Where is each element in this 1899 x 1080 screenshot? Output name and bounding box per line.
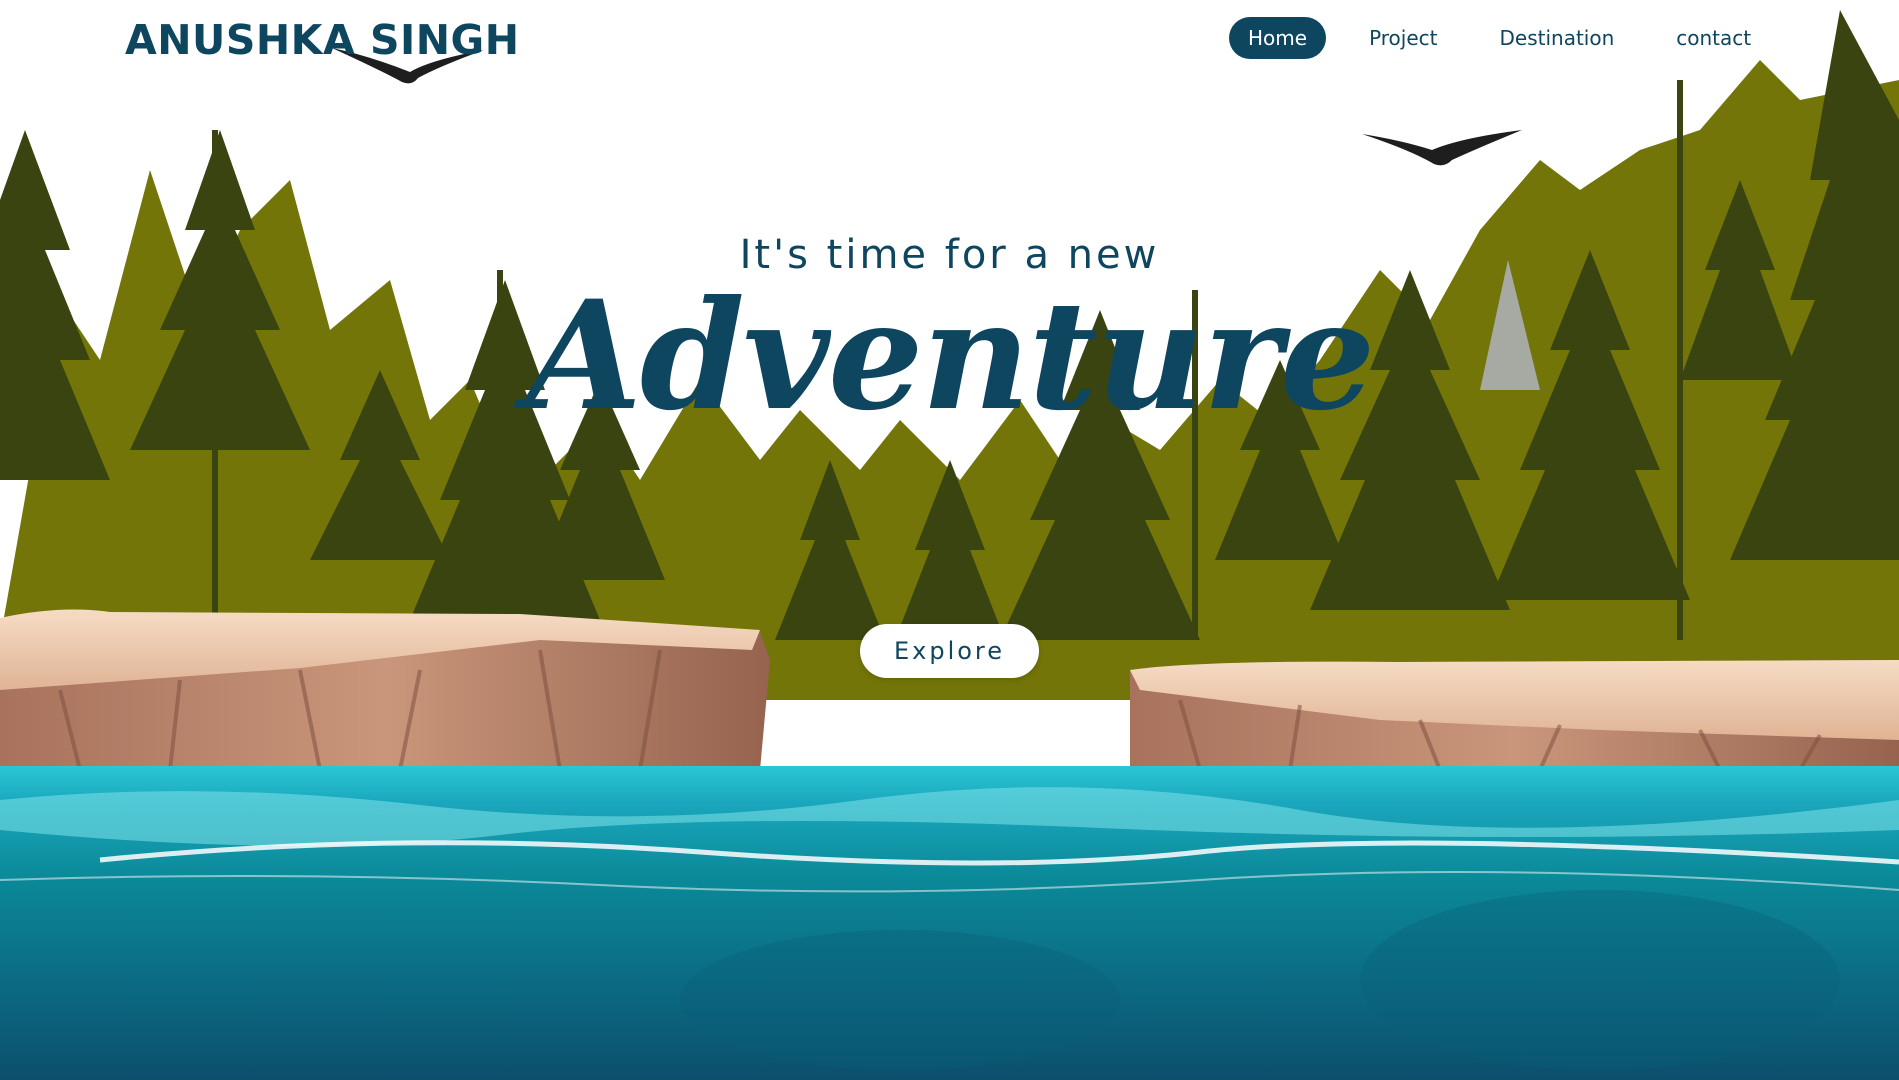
nav-item-destination[interactable]: Destination [1481,17,1634,59]
hero-background [0,10,1899,1080]
hero-subtitle: It's time for a new [739,232,1160,278]
nav-item-home[interactable]: Home [1229,17,1327,59]
hero-title: Adventure [525,268,1376,444]
explore-button[interactable]: Explore [860,624,1039,678]
eagle-icon [1362,130,1522,166]
nav-item-project[interactable]: Project [1350,17,1456,59]
brand-logo[interactable]: ANUSHKA SINGH [125,16,520,64]
main-nav: Home Project Destination contact [1229,17,1794,59]
right-cliff [1130,660,1899,771]
nav-item-contact[interactable]: contact [1657,17,1770,59]
left-cliff [0,609,770,771]
lake [0,766,1899,1080]
